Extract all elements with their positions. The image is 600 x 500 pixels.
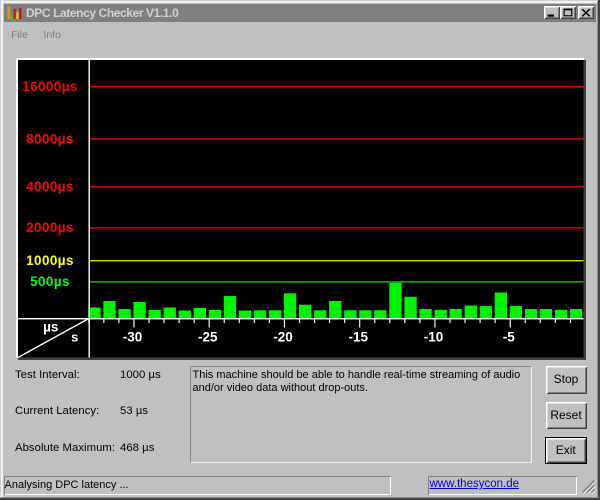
svg-text:1000µs: 1000µs [26,253,74,268]
svg-text:-25: -25 [198,329,218,344]
svg-text:µs: µs [43,320,58,335]
svg-text:-5: -5 [503,329,515,344]
svg-text:2000µs: 2000µs [26,220,74,235]
svg-text:-20: -20 [273,329,293,344]
svg-text:s: s [71,330,78,345]
svg-text:16000µs: 16000µs [22,79,78,94]
svg-text:4000µs: 4000µs [26,179,74,194]
svg-text:-15: -15 [348,329,368,344]
svg-text:8000µs: 8000µs [26,131,74,146]
svg-text:-30: -30 [123,329,143,344]
svg-text:-10: -10 [424,329,444,344]
svg-text:500µs: 500µs [30,274,70,289]
